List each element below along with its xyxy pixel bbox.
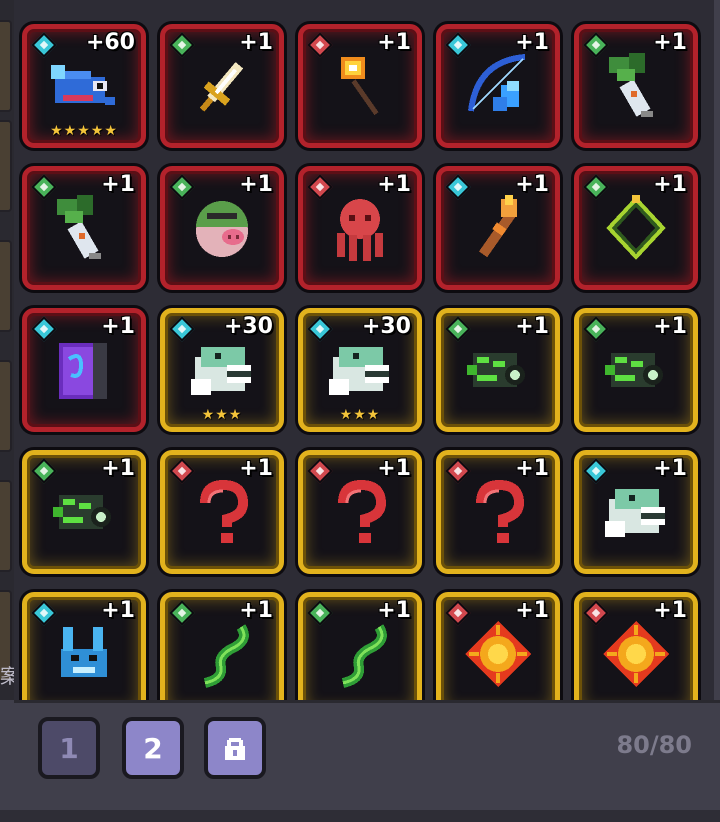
flame-torch-icon: [463, 193, 533, 263]
white-dino-skull-icon: [601, 477, 671, 547]
item-count: +1: [515, 30, 549, 55]
inventory-slot[interactable]: +1: [436, 592, 560, 700]
fire-staff-icon: [325, 51, 395, 121]
item-count: +1: [515, 314, 549, 339]
star-rating: ★★★★★: [50, 123, 118, 139]
lock-icon: [225, 738, 245, 760]
bottom-edge: [0, 810, 720, 822]
item-count: +1: [653, 598, 687, 623]
blue-dragon-pet-icon: [49, 619, 119, 689]
green-diamond-ring-icon: [601, 193, 671, 263]
red-question-mark-icon: [187, 477, 257, 547]
inventory-slot[interactable]: +1: [574, 450, 698, 574]
star-rating: ★★★: [201, 407, 243, 423]
item-count: +1: [377, 456, 411, 481]
item-count: +1: [515, 598, 549, 623]
blue-shark-pet-icon: [49, 51, 119, 121]
side-tab[interactable]: [0, 20, 12, 112]
purple-spellbook-icon: [49, 335, 119, 405]
red-octopus-icon: [325, 193, 395, 263]
item-count: +1: [377, 598, 411, 623]
inventory-slot[interactable]: +1: [574, 24, 698, 148]
item-count: +1: [239, 30, 273, 55]
inventory-slot[interactable]: +60 ★★★★★: [22, 24, 146, 148]
item-count: +1: [515, 172, 549, 197]
inventory-slot[interactable]: +1: [436, 166, 560, 290]
inventory-slot[interactable]: +1: [22, 308, 146, 432]
leaf-syringe-icon: [601, 51, 671, 121]
inventory-slot[interactable]: +1: [298, 24, 422, 148]
red-question-mark-icon: [463, 477, 533, 547]
item-count: +1: [653, 172, 687, 197]
inventory-footer: 1 2 80/80: [14, 700, 720, 813]
item-count: +1: [377, 172, 411, 197]
inventory-slot[interactable]: +1: [22, 592, 146, 700]
inventory-slot[interactable]: +1: [22, 450, 146, 574]
capacity-counter: 80/80: [616, 731, 692, 759]
inventory-slot[interactable]: +1: [298, 166, 422, 290]
inventory-slot[interactable]: +1: [160, 592, 284, 700]
inventory-slot[interactable]: +1: [298, 592, 422, 700]
side-tab[interactable]: [0, 120, 12, 212]
inventory-slot[interactable]: +1: [574, 592, 698, 700]
page-tab-2[interactable]: 2: [122, 717, 184, 779]
white-dino-skull-icon: [187, 335, 257, 405]
page-tab-1-label: 1: [59, 731, 79, 765]
inventory-slot[interactable]: +30 ★★★: [298, 308, 422, 432]
side-tab[interactable]: [0, 240, 12, 332]
inventory-slot[interactable]: +30 ★★★: [160, 308, 284, 432]
item-count: +1: [101, 598, 135, 623]
golden-sword-icon: [187, 51, 257, 121]
item-count: +1: [515, 456, 549, 481]
inventory-grid: +60 ★★★★★ +1 +1 +1 +1 +1 +1 +1 +1 +1 +1 +30 ★★★ +30 ★★★…: [14, 0, 714, 700]
item-count: +30: [223, 314, 273, 339]
item-count: +1: [101, 314, 135, 339]
page-tab-1[interactable]: 1: [38, 717, 100, 779]
item-count: +30: [361, 314, 411, 339]
item-count: +1: [101, 456, 135, 481]
side-tab[interactable]: [0, 480, 12, 572]
green-vine-icon: [325, 619, 395, 689]
white-dino-skull-icon: [325, 335, 395, 405]
green-bug-fish-icon: [463, 335, 533, 405]
inventory-slot[interactable]: +1: [160, 24, 284, 148]
inventory-slot[interactable]: +1: [160, 450, 284, 574]
inventory-slot[interactable]: +1: [436, 308, 560, 432]
red-sun-gem-icon: [601, 619, 671, 689]
item-count: +1: [653, 456, 687, 481]
item-count: +1: [239, 456, 273, 481]
inventory-slot[interactable]: +1: [160, 166, 284, 290]
inventory-slot[interactable]: +1: [298, 450, 422, 574]
ice-bow-icon: [463, 51, 533, 121]
item-count: +1: [239, 172, 273, 197]
star-rating: ★★★: [339, 407, 381, 423]
inventory-panel: 案 +60 ★★★★★ +1 +1 +1 +1 +1 +1 +1 +1 +1 +1 +30 ★★★ +30 ★…: [0, 0, 720, 822]
inventory-slot[interactable]: +1: [436, 24, 560, 148]
item-count: +1: [239, 598, 273, 623]
red-sun-gem-icon: [463, 619, 533, 689]
side-tab[interactable]: [0, 360, 12, 452]
inventory-slot[interactable]: +1: [22, 166, 146, 290]
item-count: +1: [377, 30, 411, 55]
item-count: +1: [653, 314, 687, 339]
item-count: +1: [653, 30, 687, 55]
page-tab-2-label: 2: [143, 731, 163, 765]
inventory-slot[interactable]: +1: [574, 308, 698, 432]
item-count: +1: [101, 172, 135, 197]
inventory-slot[interactable]: +1: [436, 450, 560, 574]
inventory-slot[interactable]: +1: [574, 166, 698, 290]
lock-tab-button[interactable]: [204, 717, 266, 779]
green-bug-fish-icon: [49, 477, 119, 547]
green-bug-fish-icon: [601, 335, 671, 405]
item-count: +60: [85, 30, 135, 55]
red-question-mark-icon: [325, 477, 395, 547]
leaf-syringe-icon: [49, 193, 119, 263]
green-pig-helmet-icon: [187, 193, 257, 263]
green-vine-icon: [187, 619, 257, 689]
